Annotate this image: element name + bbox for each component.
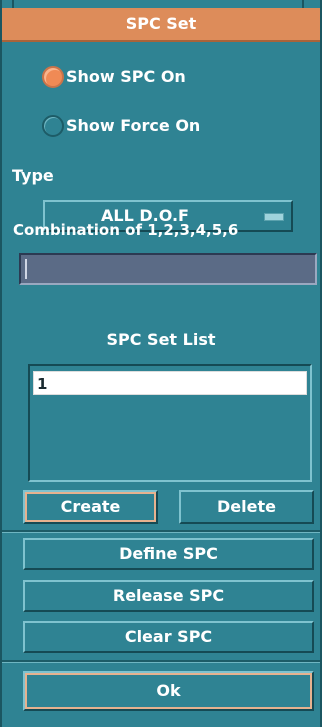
combination-input[interactable] (19, 253, 317, 285)
text-cursor (25, 259, 27, 279)
spc-set-dialog: SPC Set Show SPC On Show Force On Type A… (0, 0, 322, 727)
spc-set-list-heading: SPC Set List (106, 330, 216, 349)
release-spc-button[interactable]: Release SPC (23, 580, 314, 612)
define-spc-button[interactable]: Define SPC (23, 538, 314, 570)
divider (2, 660, 320, 663)
show-force-label[interactable]: Show Force On (66, 116, 200, 135)
frame-tick (12, 0, 14, 8)
list-item[interactable]: 1 (33, 371, 307, 395)
divider (2, 530, 320, 533)
combination-label: Combination of 1,2,3,4,5,6 (13, 221, 239, 239)
show-spc-label[interactable]: Show SPC On (66, 67, 186, 86)
frame-tick (302, 0, 304, 8)
show-spc-radio[interactable] (42, 66, 64, 88)
show-force-radio[interactable] (42, 115, 64, 137)
dialog-title: SPC Set (2, 8, 320, 42)
type-label: Type (12, 166, 54, 185)
delete-button[interactable]: Delete (179, 490, 314, 524)
spc-set-list[interactable]: 1 (28, 364, 312, 482)
ok-button[interactable]: Ok (23, 671, 314, 711)
option-menu-indicator-icon (264, 213, 284, 221)
clear-spc-button[interactable]: Clear SPC (23, 621, 314, 653)
create-button[interactable]: Create (23, 490, 158, 524)
